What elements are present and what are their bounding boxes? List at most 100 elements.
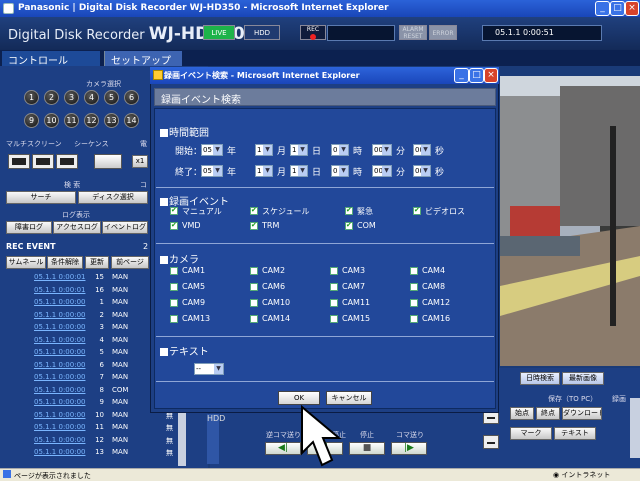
event-checkbox[interactable] bbox=[170, 206, 178, 215]
camera-checkbox-cam10[interactable] bbox=[250, 299, 258, 307]
event-datetime-link[interactable]: 05.1.1 0:00:00 bbox=[34, 411, 85, 419]
minus-button-2[interactable] bbox=[483, 435, 499, 449]
camera-checkbox-cam9[interactable] bbox=[170, 299, 178, 307]
camera-button-4[interactable]: 4 bbox=[84, 90, 99, 105]
camera-button-10[interactable]: 10 bbox=[44, 113, 59, 128]
text-select[interactable]: -- bbox=[194, 363, 224, 375]
event-datetime-link[interactable]: 05.1.1 0:00:00 bbox=[34, 436, 85, 444]
event-datetime-link[interactable]: 05.1.1 0:00:00 bbox=[34, 386, 85, 394]
start-point-button[interactable]: 始点 bbox=[510, 407, 534, 420]
live-badge[interactable]: LIVE bbox=[203, 25, 235, 40]
event-datetime-link[interactable]: 05.1.1 0:00:00 bbox=[34, 336, 85, 344]
camera-checkbox-cam7[interactable] bbox=[330, 283, 338, 291]
ok-button[interactable]: OK bbox=[278, 391, 320, 405]
hour-select[interactable]: 0 bbox=[331, 144, 349, 156]
fault-log-button[interactable]: 障害ログ bbox=[6, 221, 52, 234]
day-select[interactable]: 1 bbox=[290, 144, 308, 156]
disk-select-button[interactable]: ディスク選択 bbox=[78, 191, 148, 204]
clear-filter-button[interactable]: 条件解除 bbox=[47, 256, 83, 269]
event-datetime-link[interactable]: 05.1.1 0:00:01 bbox=[34, 273, 85, 281]
reverse-frame-button[interactable]: ◀| bbox=[265, 442, 301, 455]
camera-button-9[interactable]: 9 bbox=[24, 113, 39, 128]
dialog-maximize-button[interactable]: □ bbox=[469, 68, 484, 83]
search-button[interactable]: サーチ bbox=[6, 191, 76, 204]
camera-checkbox-cam16[interactable] bbox=[410, 315, 418, 323]
right-scrollbar[interactable] bbox=[630, 398, 640, 458]
event-checkbox[interactable] bbox=[345, 221, 353, 230]
camera-checkbox-cam11[interactable] bbox=[330, 299, 338, 307]
latest-image-button[interactable]: 最新画像 bbox=[562, 372, 604, 385]
maximize-button[interactable]: □ bbox=[610, 1, 625, 16]
split16-button[interactable] bbox=[56, 154, 78, 169]
event-datetime-link[interactable]: 05.1.1 0:00:00 bbox=[34, 423, 85, 431]
event-datetime-link[interactable]: 05.1.1 0:00:00 bbox=[34, 311, 85, 319]
event-datetime-link[interactable]: 05.1.1 0:00:00 bbox=[34, 398, 85, 406]
second-select[interactable]: 00 bbox=[413, 165, 431, 177]
event-datetime-link[interactable]: 05.1.1 0:00:00 bbox=[34, 448, 85, 456]
split9-button[interactable] bbox=[32, 154, 54, 169]
camera-button-2[interactable]: 2 bbox=[44, 90, 59, 105]
camera-button-3[interactable]: 3 bbox=[64, 90, 79, 105]
dialog-close-button[interactable]: × bbox=[484, 68, 498, 83]
tab-setup[interactable]: セットアップ bbox=[104, 51, 182, 67]
split4-button[interactable] bbox=[8, 154, 30, 169]
table-row[interactable]: 05.1.1 0:00:00 13 MAN 無 bbox=[4, 448, 179, 459]
camera-checkbox-cam15[interactable] bbox=[330, 315, 338, 323]
camera-checkbox-cam1[interactable] bbox=[170, 267, 178, 275]
camera-button-5[interactable]: 5 bbox=[104, 90, 119, 105]
month-select[interactable]: 1 bbox=[255, 144, 273, 156]
table-row[interactable]: 05.1.1 0:00:00 11 MAN 無 bbox=[4, 423, 179, 434]
text-button[interactable]: テキスト bbox=[554, 427, 596, 440]
camera-button-1[interactable]: 1 bbox=[24, 90, 39, 105]
camera-checkbox-cam4[interactable] bbox=[410, 267, 418, 275]
mark-button[interactable]: マーク bbox=[510, 427, 552, 440]
hour-select[interactable]: 0 bbox=[331, 165, 349, 177]
end-point-button[interactable]: 終点 bbox=[536, 407, 560, 420]
camera-checkbox-cam12[interactable] bbox=[410, 299, 418, 307]
year-select[interactable]: 05 bbox=[201, 165, 223, 177]
dialog-minimize-button[interactable]: _ bbox=[454, 68, 469, 83]
refresh-button[interactable]: 更新 bbox=[85, 256, 109, 269]
camera-button-13[interactable]: 13 bbox=[104, 113, 119, 128]
minute-select[interactable]: 00 bbox=[372, 165, 392, 177]
month-select[interactable]: 1 bbox=[255, 165, 273, 177]
sequence-button[interactable] bbox=[94, 154, 122, 169]
camera-checkbox-cam3[interactable] bbox=[330, 267, 338, 275]
event-log-button[interactable]: イベントログ bbox=[102, 221, 148, 234]
event-datetime-link[interactable]: 05.1.1 0:00:01 bbox=[34, 286, 85, 294]
alarm-reset-button[interactable]: ALARM RESET bbox=[399, 25, 427, 40]
second-select[interactable]: 00 bbox=[413, 144, 431, 156]
zoom-x1-button[interactable]: x1 bbox=[132, 155, 148, 168]
camera-checkbox-cam8[interactable] bbox=[410, 283, 418, 291]
camera-checkbox-cam13[interactable] bbox=[170, 315, 178, 323]
minute-select[interactable]: 00 bbox=[372, 144, 392, 156]
stop-button[interactable]: ■ bbox=[349, 442, 385, 455]
event-checkbox[interactable] bbox=[413, 206, 421, 215]
prev-page-button[interactable]: 前ページ bbox=[111, 256, 149, 269]
date-search-button[interactable]: 日時検索 bbox=[520, 372, 560, 385]
hdd-badge[interactable]: HDD bbox=[244, 25, 280, 40]
forward-frame-button[interactable]: |▶ bbox=[391, 442, 427, 455]
table-row[interactable]: 05.1.1 0:00:00 12 MAN 無 bbox=[4, 436, 179, 447]
event-datetime-link[interactable]: 05.1.1 0:00:00 bbox=[34, 323, 85, 331]
download-button[interactable]: ダウンロード bbox=[562, 407, 602, 420]
day-select[interactable]: 1 bbox=[290, 165, 308, 177]
minimize-button[interactable]: _ bbox=[595, 1, 610, 16]
event-datetime-link[interactable]: 05.1.1 0:00:00 bbox=[34, 373, 85, 381]
access-log-button[interactable]: アクセスログ bbox=[53, 221, 101, 234]
event-checkbox[interactable] bbox=[250, 221, 258, 230]
camera-checkbox-cam6[interactable] bbox=[250, 283, 258, 291]
event-datetime-link[interactable]: 05.1.1 0:00:00 bbox=[34, 298, 85, 306]
event-checkbox[interactable] bbox=[250, 206, 258, 215]
camera-button-6[interactable]: 6 bbox=[124, 90, 139, 105]
camera-button-14[interactable]: 14 bbox=[124, 113, 139, 128]
camera-checkbox-cam14[interactable] bbox=[250, 315, 258, 323]
thumbnail-button[interactable]: サムネール bbox=[6, 256, 46, 269]
camera-button-12[interactable]: 12 bbox=[84, 113, 99, 128]
camera-button-11[interactable]: 11 bbox=[64, 113, 79, 128]
year-select[interactable]: 05 bbox=[201, 144, 223, 156]
event-checkbox[interactable] bbox=[345, 206, 353, 215]
event-checkbox[interactable] bbox=[170, 221, 178, 230]
cancel-button[interactable]: キャンセル bbox=[326, 391, 372, 405]
event-datetime-link[interactable]: 05.1.1 0:00:00 bbox=[34, 361, 85, 369]
